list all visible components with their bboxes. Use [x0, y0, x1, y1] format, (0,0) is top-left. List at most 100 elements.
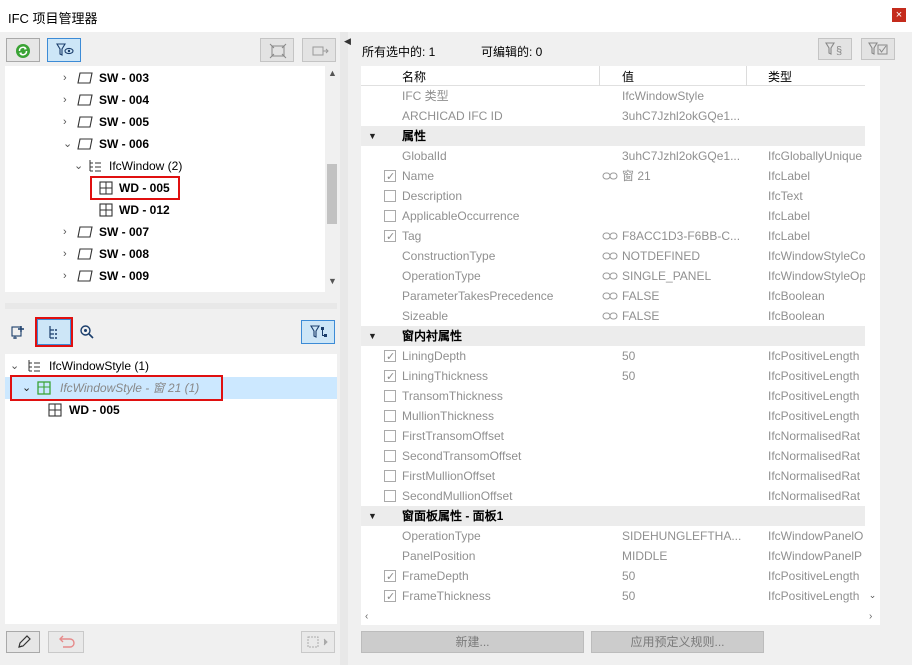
property-value[interactable]: NOTDEFINED: [622, 246, 746, 266]
chevron-right-icon[interactable]: ›: [63, 67, 73, 89]
property-row[interactable]: ConstructionType NOTDEFINED IfcWindowStyle…: [361, 246, 880, 266]
pane-splitter[interactable]: [5, 303, 337, 309]
property-checkbox[interactable]: [384, 470, 396, 482]
property-checkbox[interactable]: [384, 367, 396, 387]
property-row[interactable]: Sizeable FALSE IfcBoolean: [361, 306, 880, 326]
scroll-up-arrow[interactable]: ▲: [325, 68, 337, 78]
property-row[interactable]: IFC 类型 IfcWindowStyle: [361, 86, 880, 106]
property-row[interactable]: LiningThickness 50 IfcPositiveLength: [361, 366, 880, 387]
property-row[interactable]: ParameterTakesPrecedence FALSE IfcBoolean: [361, 286, 880, 306]
add-type-icon[interactable]: [11, 322, 29, 343]
property-checkbox[interactable]: [384, 390, 396, 402]
property-value[interactable]: SINGLE_PANEL: [622, 266, 746, 286]
scroll-thumb[interactable]: [327, 164, 337, 224]
property-group-row[interactable]: ▼ 窗内衬属性: [361, 326, 880, 346]
property-value[interactable]: 50: [622, 586, 746, 606]
property-checkbox[interactable]: [384, 587, 396, 607]
spatial-tree-scrollbar[interactable]: ▲ ▼: [325, 66, 337, 292]
property-value[interactable]: SIDEHUNGLEFTHA...: [622, 526, 746, 546]
property-row[interactable]: OperationType SIDEHUNGLEFTHA... IfcWindowP…: [361, 526, 880, 546]
scroll-down-arrow[interactable]: ⌄: [865, 590, 880, 601]
property-value[interactable]: FALSE: [622, 286, 746, 306]
more-options-button[interactable]: [301, 631, 335, 653]
property-checkbox[interactable]: [384, 190, 396, 202]
property-row[interactable]: FrameDepth 50 IfcPositiveLength: [361, 566, 880, 587]
property-value[interactable]: IfcWindowStyle: [622, 86, 746, 106]
property-value[interactable]: F8ACC1D3-F6BB-C...: [622, 226, 746, 246]
property-row[interactable]: Name 窗 21 IfcLabel: [361, 166, 880, 187]
collapse-left-arrow-icon[interactable]: ◀: [344, 36, 351, 47]
property-row[interactable]: SecondMullionOffset IfcNormalisedRat: [361, 486, 880, 506]
property-value[interactable]: FALSE: [622, 306, 746, 326]
refresh-button[interactable]: [6, 38, 40, 62]
property-value[interactable]: 50: [622, 366, 746, 386]
property-row[interactable]: PanelPosition MIDDLE IfcWindowPanelP: [361, 546, 880, 566]
revert-button[interactable]: [48, 631, 84, 653]
property-row[interactable]: FrameThickness 50 IfcPositiveLength: [361, 586, 880, 607]
horizontal-scrollbar[interactable]: ‹ ›: [361, 610, 880, 625]
property-value[interactable]: 50: [622, 346, 746, 366]
property-checkbox[interactable]: [384, 210, 396, 222]
property-checkbox[interactable]: [384, 490, 396, 502]
property-checkbox[interactable]: [384, 227, 396, 247]
column-separator[interactable]: [746, 66, 747, 86]
collapse-button[interactable]: [302, 38, 336, 62]
property-row[interactable]: ARCHICAD IFC ID 3uhC7Jzhl2okGQe1...: [361, 106, 880, 126]
property-checkbox[interactable]: [384, 430, 396, 442]
property-group-row[interactable]: ▼ 窗面板属性 - 面板1: [361, 506, 880, 526]
chevron-down-icon[interactable]: ⌄: [74, 155, 84, 177]
collapse-triangle-icon[interactable]: ▼: [368, 506, 377, 526]
chevron-right-icon[interactable]: ›: [63, 221, 73, 243]
property-value[interactable]: 窗 21: [622, 166, 746, 186]
property-checkbox[interactable]: [384, 167, 396, 187]
property-checkbox[interactable]: [384, 567, 396, 587]
property-checkbox[interactable]: [384, 410, 396, 422]
collapse-triangle-icon[interactable]: ▼: [368, 126, 377, 146]
column-separator[interactable]: [599, 66, 600, 86]
filter-view-toggle[interactable]: [47, 38, 81, 62]
property-row[interactable]: MullionThickness IfcPositiveLength: [361, 406, 880, 426]
property-group-row[interactable]: ▼ 属性: [361, 126, 880, 146]
new-button[interactable]: 新建...: [361, 631, 584, 653]
chevron-down-icon[interactable]: ⌄: [63, 133, 73, 155]
hierarchy-view-toggle[interactable]: [35, 317, 73, 347]
edit-button[interactable]: [6, 631, 40, 653]
property-row[interactable]: GlobalId 3uhC7Jzhl2okGQe1... IfcGloballyUn…: [361, 146, 880, 166]
filter-checked-button[interactable]: [861, 38, 895, 60]
property-row[interactable]: SecondTransomOffset IfcNormalisedRat: [361, 446, 880, 466]
apply-rules-button[interactable]: 应用预定义规则...: [591, 631, 764, 653]
collapse-triangle-icon[interactable]: ▼: [368, 326, 377, 346]
chevron-right-icon[interactable]: ›: [63, 89, 73, 111]
property-row[interactable]: Tag F8ACC1D3-F6BB-C... IfcLabel: [361, 226, 880, 247]
column-header-type[interactable]: 类型: [768, 68, 792, 85]
chevron-right-icon[interactable]: ›: [63, 265, 73, 287]
property-row[interactable]: LiningDepth 50 IfcPositiveLength: [361, 346, 880, 367]
close-button[interactable]: ×: [892, 8, 906, 22]
property-value[interactable]: 50: [622, 566, 746, 586]
property-value[interactable]: MIDDLE: [622, 546, 746, 566]
panel-divider[interactable]: [340, 32, 348, 665]
property-row[interactable]: Description IfcText: [361, 186, 880, 206]
property-row[interactable]: FirstMullionOffset IfcNormalisedRat: [361, 466, 880, 486]
scroll-left-arrow[interactable]: ‹: [365, 611, 368, 622]
chevron-down-icon[interactable]: ⌄: [10, 355, 20, 377]
scroll-right-arrow[interactable]: ›: [869, 611, 872, 622]
property-row[interactable]: ApplicableOccurrence IfcLabel: [361, 206, 880, 226]
scroll-down-arrow[interactable]: ▼: [325, 276, 337, 286]
search-icon[interactable]: [79, 324, 95, 343]
column-header-name[interactable]: 名称: [402, 68, 426, 85]
column-header-value[interactable]: 值: [622, 68, 634, 85]
property-checkbox[interactable]: [384, 347, 396, 367]
chevron-right-icon[interactable]: ›: [63, 243, 73, 265]
property-checkbox[interactable]: [384, 450, 396, 462]
property-value[interactable]: 3uhC7Jzhl2okGQe1...: [622, 106, 746, 126]
expand-all-button[interactable]: [260, 38, 294, 62]
property-row[interactable]: TransomThickness IfcPositiveLength: [361, 386, 880, 406]
property-scrollbar[interactable]: ⌄: [865, 86, 880, 610]
filter-properties-button[interactable]: §: [818, 38, 852, 60]
property-row[interactable]: OperationType SINGLE_PANEL IfcWindowStyleO…: [361, 266, 880, 286]
filter-tree-toggle[interactable]: [301, 320, 335, 344]
property-value[interactable]: 3uhC7Jzhl2okGQe1...: [622, 146, 746, 166]
chevron-right-icon[interactable]: ›: [63, 111, 73, 133]
property-row[interactable]: FirstTransomOffset IfcNormalisedRat: [361, 426, 880, 446]
